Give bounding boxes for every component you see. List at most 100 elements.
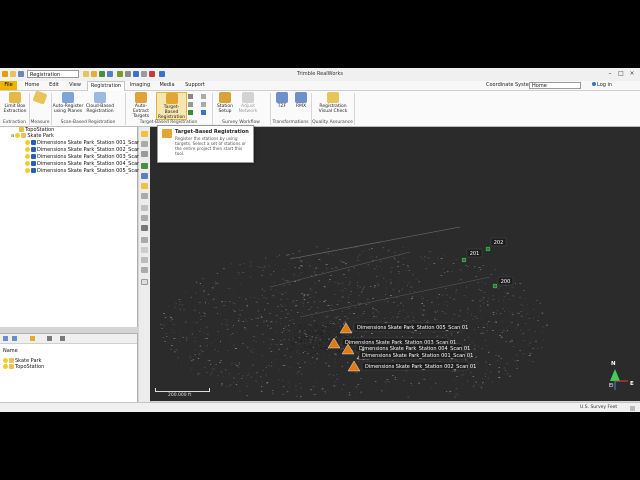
view-tool-icon[interactable] [141, 257, 148, 263]
coord-system-label: Coordinate System [486, 82, 534, 88]
point-cloud-speck [385, 287, 388, 289]
point-cloud-canvas[interactable]: 201 202 200 Dimensions Skate Park_Statio… [150, 127, 640, 401]
point-cloud-speck [253, 340, 254, 341]
tzf-button[interactable]: TZF [273, 92, 291, 109]
target-marker[interactable]: 202 [484, 237, 507, 253]
view-tool-icon[interactable] [141, 193, 148, 199]
view-tool-icon[interactable] [141, 225, 148, 231]
properties-item[interactable]: TopoStation [3, 364, 44, 370]
point-cloud-viewport[interactable]: 201 202 200 Dimensions Skate Park_Statio… [150, 127, 640, 401]
menu-support[interactable]: Support [181, 81, 209, 90]
registration-visual-check-button[interactable]: Registration Visual Check [314, 92, 352, 114]
point-cloud-speck [394, 252, 396, 253]
auto-register-planes-button[interactable]: Auto-Register using Planes [52, 92, 84, 114]
target-marker[interactable]: 200 [491, 276, 514, 290]
view-tool-icon[interactable] [141, 237, 148, 243]
view-tool-icon[interactable] [141, 279, 148, 285]
point-cloud-speck [499, 286, 501, 287]
point-cloud-speck [212, 287, 214, 289]
maximize-button[interactable]: □ [617, 70, 625, 78]
limit-box-extraction-button[interactable]: Limit Box Extraction [2, 92, 28, 114]
tree-item-scan[interactable]: Dimensions Skate Park_Station 002_Scan 0… [25, 147, 148, 153]
collapse-icon[interactable]: ⊟ [11, 133, 14, 138]
target-based-registration-button[interactable]: Target-Based Registration [156, 92, 187, 120]
point-cloud-speck [488, 321, 490, 322]
menu-registration[interactable]: Registration [87, 81, 125, 91]
view-tool-icon[interactable] [141, 267, 148, 273]
menu-edit[interactable]: Edit [45, 81, 63, 90]
minimize-button[interactable]: – [606, 70, 614, 78]
small-tool-icon[interactable] [188, 94, 193, 99]
auto-extract-targets-button[interactable]: Auto-Extract Targets [127, 92, 155, 119]
point-cloud-speck [259, 267, 262, 268]
point-cloud-speck [345, 288, 347, 289]
point-cloud-speck [170, 345, 173, 346]
point-cloud-speck [262, 341, 265, 343]
view-tool-icon[interactable] [141, 141, 148, 147]
point-cloud-speck [229, 288, 231, 289]
point-cloud-speck [374, 381, 377, 382]
menu-home[interactable]: Home [21, 81, 43, 90]
point-cloud-speck [347, 297, 349, 298]
tree-item-scan[interactable]: Dimensions Skate Park_Station 005_Scan 0… [25, 168, 148, 174]
station-marker[interactable]: Dimensions Skate Park_Station 002_Scan 0… [347, 360, 476, 372]
rmx-button[interactable]: RMX [292, 92, 310, 109]
tooltip-body: Register the stations by using targets. … [175, 136, 247, 156]
point-cloud-speck [408, 282, 410, 283]
arrow-right-icon[interactable] [12, 336, 17, 341]
view-tool-icon[interactable] [141, 151, 148, 157]
station-setup-button[interactable]: Station Setup [214, 92, 236, 114]
point-cloud-shadow [298, 336, 300, 337]
point-cloud-speck [505, 341, 508, 342]
table-icon[interactable] [60, 336, 65, 341]
menu-file[interactable]: File [0, 81, 17, 90]
menu-media[interactable]: Media [156, 81, 178, 90]
view-tool-icon[interactable] [141, 205, 148, 211]
tree-item-scan[interactable]: Dimensions Skate Park_Station 004_Scan 0… [25, 161, 148, 167]
close-button[interactable]: × [628, 70, 636, 78]
road-line [269, 251, 411, 288]
point-cloud-speck [419, 333, 421, 334]
point-cloud-speck [377, 275, 379, 277]
coord-system-select[interactable]: Home [529, 82, 581, 89]
login-link[interactable]: Log in [592, 81, 612, 90]
point-cloud-shadow [313, 336, 315, 338]
list-icon[interactable] [47, 336, 52, 341]
view-tool-icon[interactable] [141, 183, 148, 189]
measure-button[interactable] [30, 90, 50, 105]
view-tool-icon[interactable] [141, 247, 148, 253]
up-icon[interactable] [30, 336, 35, 341]
menu-view[interactable]: View [65, 81, 85, 90]
point-cloud-speck [343, 356, 344, 357]
point-cloud-shadow [290, 339, 292, 340]
point-cloud-speck [323, 330, 325, 332]
target-marker[interactable]: 201 [460, 248, 483, 264]
view-tool-icon[interactable] [141, 215, 148, 221]
view-tool-icon[interactable] [141, 131, 148, 137]
view-tool-icon[interactable] [141, 163, 148, 169]
point-cloud-speck [338, 300, 339, 302]
arrow-left-icon[interactable] [3, 336, 8, 341]
point-cloud-speck [270, 343, 272, 345]
point-cloud-speck [336, 318, 338, 320]
resize-grip-icon[interactable] [630, 406, 635, 411]
small-tool-icon[interactable] [188, 102, 193, 107]
menu-imaging[interactable]: Imaging [126, 81, 154, 90]
tree-item-scan[interactable]: Dimensions Skate Park_Station 001_Scan 0… [25, 140, 148, 146]
small-tool-icon[interactable] [201, 102, 206, 107]
point-cloud-shadow [322, 336, 325, 338]
small-tool-icon[interactable] [188, 110, 193, 115]
point-cloud-speck [363, 286, 365, 288]
point-cloud-speck [391, 360, 394, 361]
point-cloud-speck [487, 351, 490, 353]
small-tool-icon[interactable] [201, 94, 206, 99]
tree-item-scan[interactable]: Dimensions Skate Park_Station 003_Scan 0… [25, 154, 148, 160]
tree-item-skate-park[interactable]: ⊟ Skate Park [11, 133, 54, 139]
adjust-network-button[interactable]: Adjust Network [236, 92, 260, 114]
small-tool-icon[interactable] [201, 110, 206, 115]
cloud-based-registration-button[interactable]: Cloud-Based Registration [85, 92, 115, 114]
point-cloud-speck [467, 380, 468, 382]
view-tool-icon[interactable] [141, 173, 148, 179]
point-cloud-shadow [319, 343, 321, 344]
point-cloud-speck [398, 291, 401, 293]
